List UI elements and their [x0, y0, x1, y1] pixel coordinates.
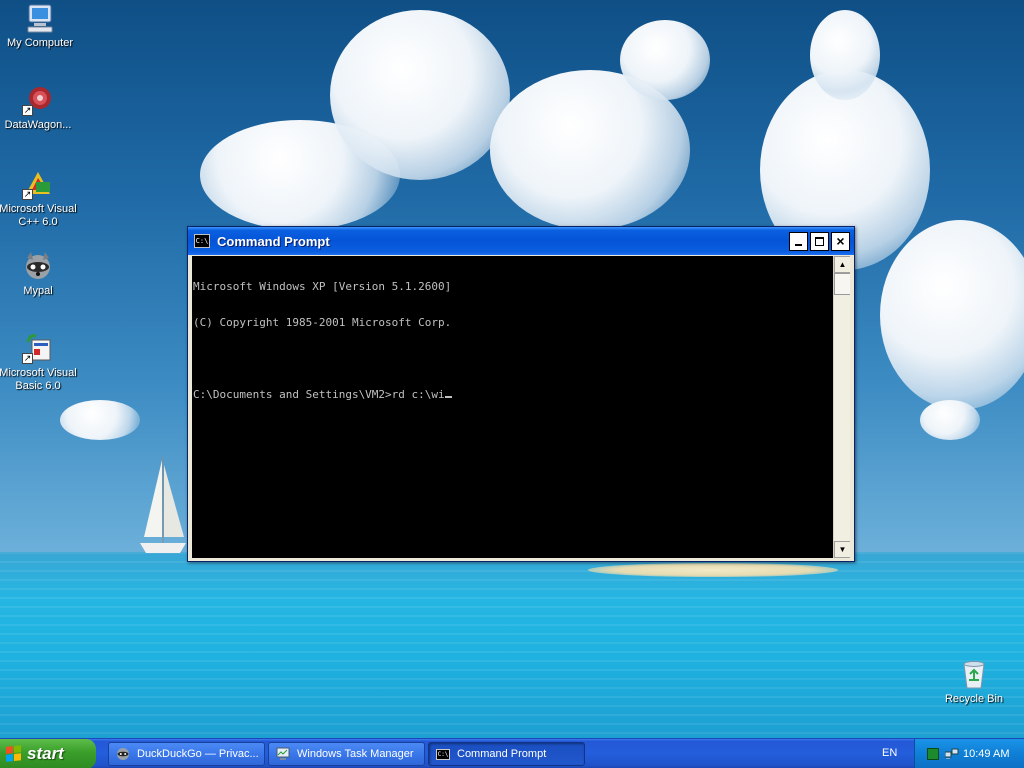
desktop-icon-label: My Computer — [6, 37, 74, 49]
desktop-icon-label: DataWagon... — [4, 119, 72, 131]
language-indicator[interactable]: EN — [882, 747, 897, 759]
sea — [0, 552, 1024, 738]
maximize-button[interactable] — [810, 231, 829, 251]
sailboat — [140, 457, 186, 553]
title-bar[interactable]: C:\ Command Prompt × — [188, 227, 854, 255]
desktop-icon-my-computer[interactable]: My Computer — [0, 2, 80, 50]
scroll-thumb[interactable] — [834, 273, 850, 295]
arrow-down-icon: ▼ — [838, 545, 847, 554]
desktop-icon-datawagon[interactable]: ↗ DataWagon... — [0, 84, 78, 132]
scroll-down-button[interactable]: ▼ — [834, 541, 850, 558]
desktop-icon-recycle-bin[interactable]: Recycle Bin — [934, 658, 1014, 706]
taskbar: start DuckDuckGo — Privac... Windows Tas… — [0, 738, 1024, 768]
desktop-icon-label: Mypal — [23, 285, 53, 297]
taskbar-button-duckduckgo[interactable]: DuckDuckGo — Privac... — [108, 742, 265, 766]
cmd-icon[interactable]: C:\ — [194, 234, 210, 248]
datawagon-icon: ↗ — [22, 84, 54, 116]
visual-cpp-icon: ↗ — [22, 168, 54, 200]
close-button[interactable]: × — [831, 231, 850, 251]
cmd-icon-glyph: C:\ — [436, 748, 450, 760]
desktop-icon-label: Recycle Bin — [944, 693, 1004, 705]
mypal-raccoon-icon — [115, 746, 131, 762]
task-manager-icon — [275, 746, 291, 762]
minimize-button[interactable] — [789, 231, 808, 251]
console-input-line[interactable]: C:\Documents and Settings\VM2>rd c:\wi — [193, 389, 833, 401]
recycle-bin-icon — [958, 658, 990, 690]
windows-logo-icon — [6, 745, 22, 763]
desktop-icon-mypal[interactable]: Mypal — [0, 250, 78, 298]
tray-app-icon[interactable] — [927, 748, 939, 760]
text-cursor — [444, 396, 452, 398]
island — [588, 563, 838, 577]
taskbar-button-command-prompt[interactable]: C:\ Command Prompt — [428, 742, 585, 766]
desktop-icon-label: Microsoft Visual Basic 6.0 — [0, 367, 77, 392]
close-icon: × — [836, 233, 845, 249]
desktop-icon-visual-basic[interactable]: ↗ Microsoft Visual Basic 6.0 — [0, 332, 78, 393]
window-title: Command Prompt — [217, 233, 330, 249]
vertical-scrollbar[interactable]: ▲ ▼ — [833, 256, 850, 558]
arrow-up-icon: ▲ — [838, 260, 847, 269]
clock[interactable]: 10:49 AM — [963, 748, 1009, 760]
scroll-up-button[interactable]: ▲ — [834, 256, 850, 273]
desktop-icon-label: Microsoft Visual C++ 6.0 — [0, 203, 77, 228]
network-icon[interactable] — [944, 748, 959, 760]
taskbar-button-label: DuckDuckGo — Privac... — [137, 748, 259, 760]
cmd-icon: C:\ — [435, 746, 451, 762]
taskbar-button-label: Windows Task Manager — [297, 748, 414, 760]
desktop-icon-visual-cpp[interactable]: ↗ Microsoft Visual C++ 6.0 — [0, 168, 78, 229]
start-label: start — [27, 744, 64, 763]
taskbar-button-label: Command Prompt — [457, 748, 547, 760]
system-tray: 10:49 AM — [914, 739, 1024, 768]
console-input-text: C:\Documents and Settings\VM2>rd c:\wi — [193, 388, 445, 401]
command-prompt-window[interactable]: C:\ Command Prompt × Microsoft Windows X… — [187, 226, 855, 562]
minimize-icon — [795, 243, 802, 246]
console-output: Microsoft Windows XP [Version 5.1.2600] … — [193, 257, 833, 425]
maximize-icon — [815, 236, 824, 246]
console-area[interactable]: Microsoft Windows XP [Version 5.1.2600] … — [192, 256, 850, 558]
taskbar-button-task-manager[interactable]: Windows Task Manager — [268, 742, 425, 766]
visual-basic-icon: ↗ — [22, 332, 54, 364]
mypal-raccoon-icon — [22, 250, 54, 282]
computer-icon — [24, 2, 56, 34]
console-line: (C) Copyright 1985-2001 Microsoft Corp. — [193, 316, 452, 329]
console-line: Microsoft Windows XP [Version 5.1.2600] — [193, 280, 452, 293]
start-button[interactable]: start — [0, 739, 96, 768]
